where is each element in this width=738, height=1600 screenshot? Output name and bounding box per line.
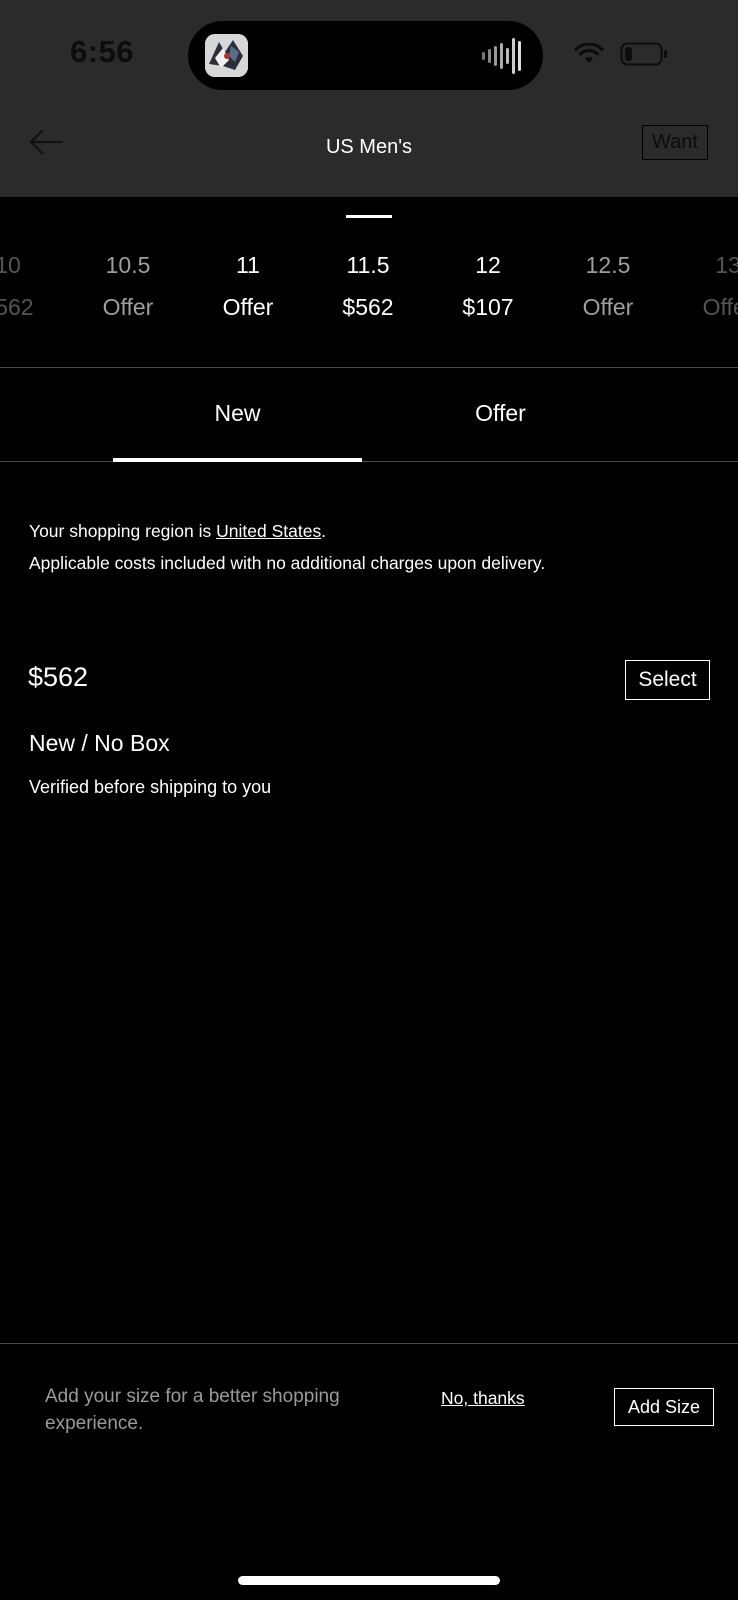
verification-note: Verified before shipping to you: [29, 777, 272, 797]
costs-note: Applicable costs included with no additi…: [29, 553, 546, 573]
size-option[interactable]: 12 $107: [433, 250, 543, 322]
tabs-divider: [0, 461, 738, 462]
divider: [0, 367, 738, 368]
wifi-icon: [574, 43, 604, 63]
size-option[interactable]: 11 Offer: [193, 250, 303, 322]
bottom-divider: [0, 1343, 738, 1344]
app-screen: 6:56 US Men's Want 10 562 10.5 Offer 11 …: [0, 0, 738, 1600]
status-icons: [574, 41, 668, 67]
listing-price: $562: [28, 662, 89, 692]
condition-label: New / No Box: [29, 730, 170, 756]
size-option[interactable]: 10.5 Offer: [73, 250, 183, 322]
no-thanks-link[interactable]: No, thanks: [441, 1388, 525, 1409]
add-size-button[interactable]: Add Size: [614, 1388, 714, 1426]
size-option[interactable]: 13 Offer: [673, 250, 738, 322]
home-indicator[interactable]: [238, 1576, 500, 1585]
battery-icon: [620, 42, 667, 66]
region-line: Your shopping region is United States.: [29, 521, 327, 541]
tab-new[interactable]: New: [113, 400, 362, 427]
active-tab-indicator: [113, 458, 362, 462]
want-button[interactable]: Want: [642, 125, 708, 160]
size-prompt-text: Add your size for a better shopping expe…: [45, 1386, 340, 1434]
tab-offer[interactable]: Offer: [376, 400, 625, 427]
dynamic-island[interactable]: [188, 21, 543, 90]
size-scroller[interactable]: 10 $562 10.5 Offer 11 Offer 11.5 $562 12…: [0, 250, 738, 340]
size-option[interactable]: 12.5 Offer: [553, 250, 663, 322]
audio-wave-icon: [481, 34, 525, 78]
size-selector-handle: [346, 215, 392, 218]
status-time: 6:56: [70, 34, 135, 69]
region-notice: Your shopping region is United States. A…: [29, 515, 589, 579]
select-button[interactable]: Select: [625, 660, 710, 700]
size-option-selected[interactable]: 11.5 $562: [313, 250, 423, 322]
page-title: US Men's: [325, 136, 413, 158]
top-header: 6:56 US Men's Want: [0, 0, 738, 197]
region-link[interactable]: United States: [216, 521, 321, 541]
size-option[interactable]: 10 $562: [0, 250, 63, 322]
music-artwork-icon: [205, 34, 248, 77]
